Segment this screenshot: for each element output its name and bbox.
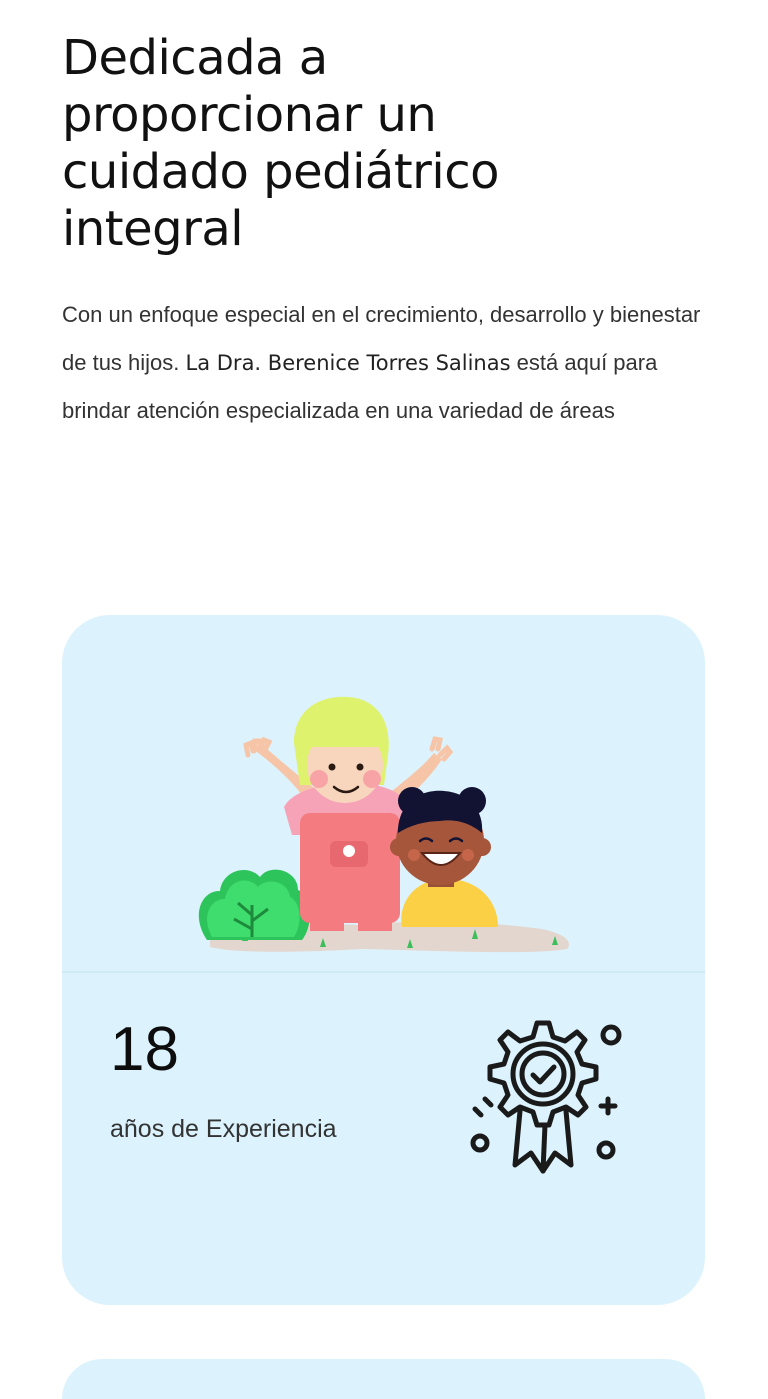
hero-section: Dedicada a proporcionar un cuidado pediá…	[62, 30, 712, 435]
experience-years-number: 18	[110, 1015, 179, 1084]
award-gear-icon	[470, 1020, 622, 1174]
card-divider	[62, 971, 705, 973]
doctor-name: La Dra. Berenice Torres Salinas	[185, 351, 511, 375]
experience-card: 18 años de Experiencia	[62, 615, 705, 1305]
intro-paragraph: Con un enfoque especial en el crecimient…	[62, 291, 712, 435]
children-illustration	[198, 696, 570, 953]
experience-years-label: años de Experiencia	[110, 1115, 337, 1143]
page-title: Dedicada a proporcionar un cuidado pediá…	[62, 30, 500, 257]
next-card	[62, 1359, 705, 1399]
